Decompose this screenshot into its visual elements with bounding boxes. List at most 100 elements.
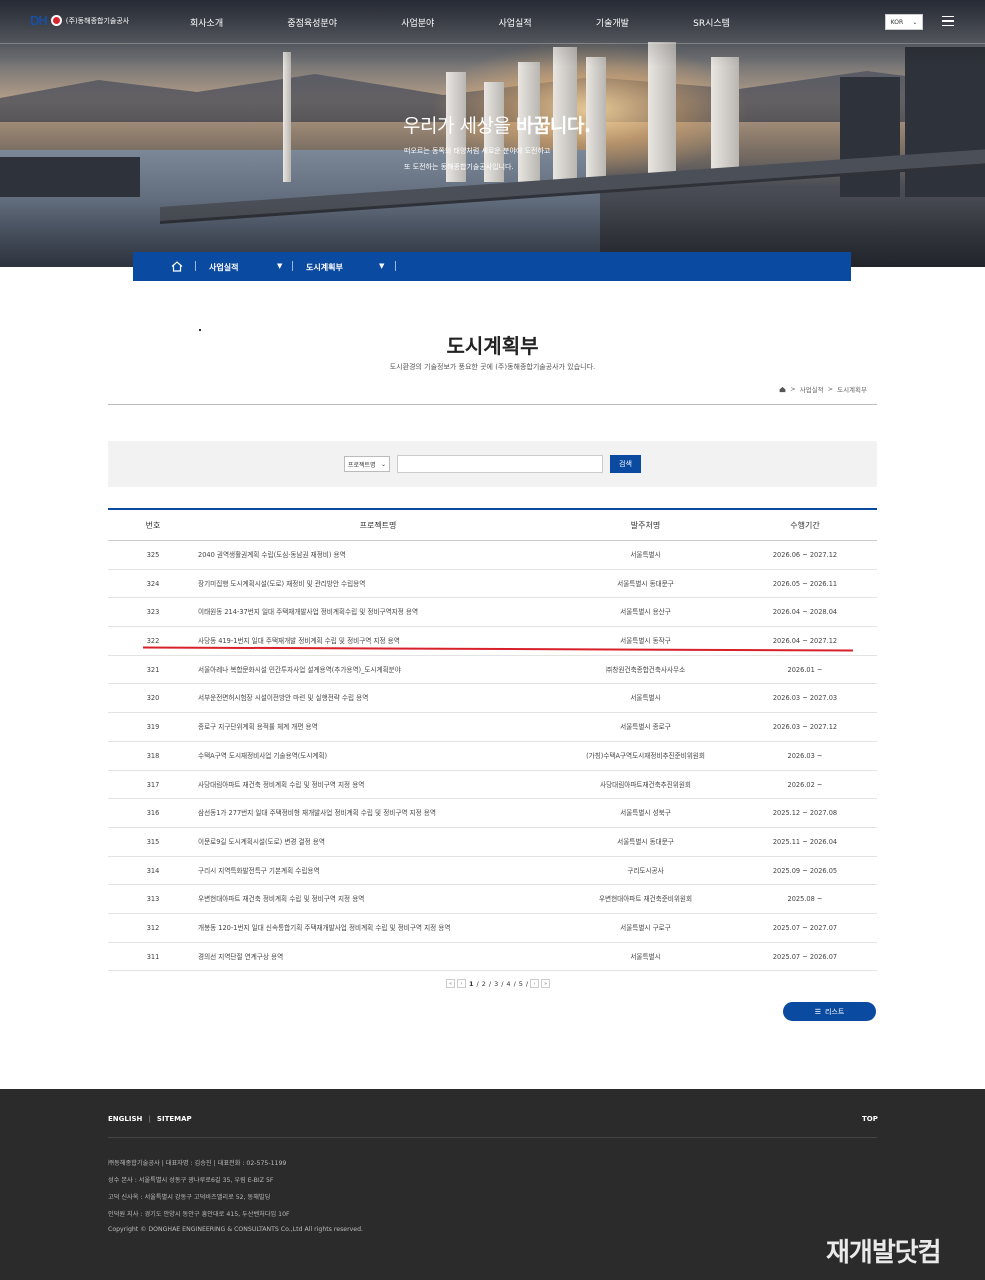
pagination: « ‹ 1/ 2/ 3/ 4/ 5/ › » <box>446 979 551 988</box>
main-menu: 회사소개 중점육성분야 사업분야 사업실적 기술개발 SR시스템 <box>190 16 730 29</box>
divider <box>108 404 877 405</box>
row-period: 2026.05 ~ 2026.11 <box>772 579 838 588</box>
breadcrumb-item[interactable]: 사업실적 <box>800 384 824 394</box>
next-page-button[interactable]: › <box>530 979 540 988</box>
footer-link-sitemap[interactable]: SITEMAP <box>157 1115 192 1123</box>
row-project-name[interactable]: 이태원동 214-37번지 일대 주택재개발사업 정비계획수립 및 정비구역지정… <box>198 598 558 627</box>
chevron-down-icon[interactable]: ▼ <box>277 262 282 270</box>
row-client: 사당대림아파트재건축추진위원회 <box>600 780 691 789</box>
row-project-name[interactable]: 사당동 419-1번지 일대 주택재개발 정비계획 수립 및 정비구역 지정 용… <box>198 627 558 656</box>
home-icon[interactable] <box>171 261 183 272</box>
row-project-name[interactable]: 경의선 지역단절 연계구상 용역 <box>198 943 558 972</box>
table-row[interactable]: 312 개봉동 120-1번지 일대 신속통합기획 주택재개발사업 정비계획 수립… <box>108 914 877 943</box>
search-field-value: 프로젝트명 <box>348 461 376 469</box>
row-period: 2026.04 ~ 2028.04 <box>772 608 838 617</box>
menu-item-company[interactable]: 회사소개 <box>190 16 223 29</box>
row-project-name[interactable]: 서울아레나 복합문화시설 민간투자사업 설계용역(추가용역)_도시계획분야 <box>198 656 558 685</box>
logo-mark: DH <box>30 13 48 28</box>
divider <box>395 261 396 271</box>
row-client: 서울특별시 <box>630 952 661 961</box>
table-row[interactable]: 311 경의선 지역단절 연계구상 용역 서울특별시 2025.07 ~ 2026.0… <box>108 943 877 972</box>
page-title: 도시계획부 <box>446 334 539 358</box>
page-number[interactable]: 4 <box>505 980 511 988</box>
home-icon[interactable] <box>779 386 786 393</box>
prev-page-button[interactable]: ‹ <box>457 979 466 988</box>
footer-address-hq: 성수 본사 : 서울특별시 성동구 광나루로6길 35, 우림 E-BIZ 5F <box>108 1177 274 1184</box>
table-row[interactable]: 314 구리시 지역특화발전특구 기본계획 수립용역 구리도시공사 2025.09 ~… <box>108 857 877 886</box>
scroll-top-button[interactable]: TOP <box>862 1115 878 1123</box>
table-row[interactable]: 316 삼선동1가 277번지 일대 주택정비형 재개발사업 정비계획 수립 및 … <box>108 799 877 828</box>
row-client: 서울특별시 구로구 <box>620 923 671 932</box>
page-number[interactable]: 2 <box>481 980 487 988</box>
row-number: 311 <box>146 952 160 961</box>
column-header-period: 수행기간 <box>790 521 820 530</box>
hero-title-bold: 바꿉니다. <box>515 115 591 137</box>
row-project-name[interactable]: 종로구 지구단위계획 용적률 체계 개편 용역 <box>198 713 558 742</box>
table-row[interactable]: 320 서부운전면허시험장 시설이전방안 마련 및 실행전략 수립 용역 서울특별시… <box>108 684 877 714</box>
table-row[interactable]: 319 종로구 지구단위계획 용적률 체계 개편 용역 서울특별시 종로구 2026.… <box>108 713 877 742</box>
row-project-name[interactable]: 구리시 지역특화발전특구 기본계획 수립용역 <box>198 857 558 886</box>
row-project-name[interactable]: 장기미집행 도시계획시설(도로) 재정비 및 관리방안 수립용역 <box>198 570 558 599</box>
table-row[interactable]: 315 이문로9길 도시계획시설(도로) 변경 결정 용역 서울특별시 동대문구 20… <box>108 828 877 857</box>
row-project-name[interactable]: 서부운전면허시험장 시설이전방안 마련 및 실행전략 수립 용역 <box>198 684 558 713</box>
footer-link-english[interactable]: ENGLISH <box>108 1115 142 1123</box>
table-row[interactable]: 325 2040 권역생활권계획 수립(도심·동남권 재정비) 용역 서울특별시 20… <box>108 541 877 570</box>
row-period: 2026.03 ~ 2027.12 <box>772 723 838 732</box>
company-logo[interactable]: DH (주)동해종합기술공사 <box>30 13 129 28</box>
table-row[interactable]: 324 장기미집행 도시계획시설(도로) 재정비 및 관리방안 수립용역 서울특별시… <box>108 570 877 599</box>
subnav-section[interactable]: 사업실적 <box>209 262 238 273</box>
page-number[interactable]: 5 <box>518 980 524 988</box>
list-button-label: 리스트 <box>824 1007 845 1016</box>
table-body: 325 2040 권역생활권계획 수립(도심·동남권 재정비) 용역 서울특별시 20… <box>108 541 877 972</box>
row-period: 2025.11 ~ 2026.04 <box>772 837 838 846</box>
table-row[interactable]: 321 서울아레나 복합문화시설 민간투자사업 설계용역(추가용역)_도시계획분야… <box>108 656 877 685</box>
list-button[interactable]: ☰ 리스트 <box>783 1002 876 1021</box>
hamburger-menu-icon[interactable] <box>942 16 954 26</box>
last-page-button[interactable]: » <box>541 979 551 988</box>
menu-item-focus-areas[interactable]: 중점육성분야 <box>287 16 337 29</box>
menu-item-tech[interactable]: 기술개발 <box>596 16 629 29</box>
table-row[interactable]: 318 수택A구역 도시재정비사업 기술용역(도시계획) (가칭)수택A구역도시재정… <box>108 742 877 771</box>
language-select[interactable]: KOR ⌄ <box>885 14 923 30</box>
logo-emblem-icon <box>50 15 62 26</box>
row-number: 323 <box>146 608 160 617</box>
row-project-name[interactable]: 개봉동 120-1번지 일대 신속통합기획 주택재개발사업 정비계획 수립 및 … <box>198 914 558 943</box>
table-row[interactable]: 323 이태원동 214-37번지 일대 주택재개발사업 정비계획수립 및 정비구… <box>108 598 877 628</box>
menu-item-sr-system[interactable]: SR시스템 <box>693 16 730 29</box>
row-project-name[interactable]: 수택A구역 도시재정비사업 기술용역(도시계획) <box>198 742 558 771</box>
row-number: 318 <box>146 751 160 760</box>
menu-item-projects[interactable]: 사업실적 <box>499 16 532 29</box>
row-client: 서울특별시 용산구 <box>620 608 671 617</box>
table-row[interactable]: 322 사당동 419-1번지 일대 주택재개발 정비계획 수립 및 정비구역 지… <box>108 627 877 656</box>
row-period: 2026.02 ~ <box>787 780 823 789</box>
page-number[interactable]: 1 <box>468 980 475 988</box>
row-project-name[interactable]: 사당대림아파트 재건축 정비계획 수립 및 정비구역 지정 용역 <box>198 771 558 800</box>
language-value: KOR <box>890 18 904 26</box>
row-project-name[interactable]: 우변현대아파트 재건축 정비계획 수립 및 정비구역 지정 용역 <box>198 885 558 914</box>
row-client: (가칭)수택A구역도시재정비추진준비위원회 <box>586 751 705 760</box>
table-row[interactable]: 313 우변현대아파트 재건축 정비계획 수립 및 정비구역 지정 용역 우변현대아… <box>108 885 877 914</box>
search-button[interactable]: 검색 <box>610 455 641 473</box>
table-row[interactable]: 317 사당대림아파트 재건축 정비계획 수립 및 정비구역 지정 용역 사당대림아… <box>108 771 877 800</box>
search-input[interactable] <box>397 455 603 473</box>
chevron-down-icon: ⌄ <box>912 18 918 26</box>
search-field-select[interactable]: 프로젝트명 ⌄ <box>344 456 390 472</box>
watermark: 재개발닷컴 <box>826 1238 942 1268</box>
row-project-name[interactable]: 삼선동1가 277번지 일대 주택정비형 재개발사업 정비계획 수립 및 정비구… <box>198 799 558 828</box>
row-project-name[interactable]: 2040 권역생활권계획 수립(도심·동남권 재정비) 용역 <box>198 541 558 570</box>
row-period: 2026.01 ~ <box>787 665 823 674</box>
page-description: 도시환경의 기술정보가 풍요한 곳에 (주)동해종합기술공사가 있습니다. <box>389 363 596 371</box>
footer-address-gode: 고덕 신사옥 : 서울특별시 강동구 고덕비즈밸리로 52, 동해빌딩 <box>108 1194 271 1201</box>
row-period: 2026.04 ~ 2027.12 <box>772 637 838 646</box>
page-number[interactable]: 3 <box>493 980 499 988</box>
menu-item-business[interactable]: 사업분야 <box>401 16 434 29</box>
chevron-down-icon[interactable]: ▼ <box>379 262 384 270</box>
chevron-down-icon: ⌄ <box>380 460 386 468</box>
first-page-button[interactable]: « <box>446 979 455 988</box>
row-number: 314 <box>146 866 160 875</box>
row-project-name[interactable]: 이문로9길 도시계획시설(도로) 변경 결정 용역 <box>198 828 558 857</box>
subnav-department[interactable]: 도시계획부 <box>306 262 343 273</box>
sub-navigation: 사업실적 ▼ 도시계획부 ▼ <box>133 252 851 281</box>
row-number: 319 <box>146 723 160 732</box>
row-client: 서울특별시 동대문구 <box>617 579 674 588</box>
